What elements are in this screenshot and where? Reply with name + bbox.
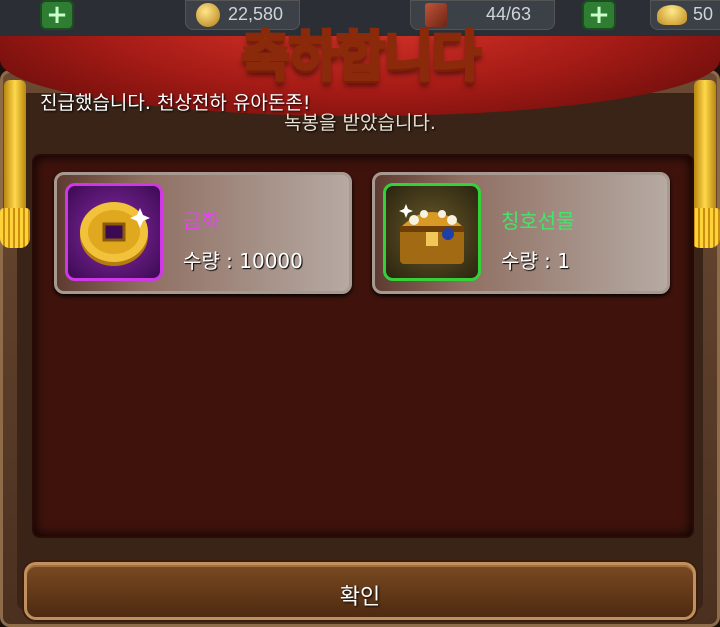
reward-card[interactable]: 금화 수량 : 10000 bbox=[54, 172, 352, 294]
reward-quantity: 수량 : 10000 bbox=[183, 249, 303, 273]
reward-thumb bbox=[65, 183, 163, 281]
reward-name: 금화 bbox=[183, 209, 220, 233]
left-tassel-icon bbox=[0, 80, 30, 248]
right-tassel-icon bbox=[690, 80, 720, 248]
treasure-chest-icon bbox=[399, 204, 464, 264]
congrats-title: 축하합니다 bbox=[239, 24, 482, 90]
reward-name: 칭호선물 bbox=[501, 209, 575, 233]
gold-coin-icon bbox=[80, 202, 150, 266]
reward-thumb bbox=[383, 183, 481, 281]
confirm-button[interactable]: 확인 bbox=[24, 562, 696, 620]
reward-quantity: 수량 : 1 bbox=[501, 249, 570, 273]
confirm-button-label: 확인 bbox=[339, 585, 381, 610]
reward-card[interactable]: 칭호선물 수량 : 1 bbox=[372, 172, 670, 294]
announcement-text: 진급했습니다. 천상전하 유아돈존! bbox=[40, 92, 311, 114]
